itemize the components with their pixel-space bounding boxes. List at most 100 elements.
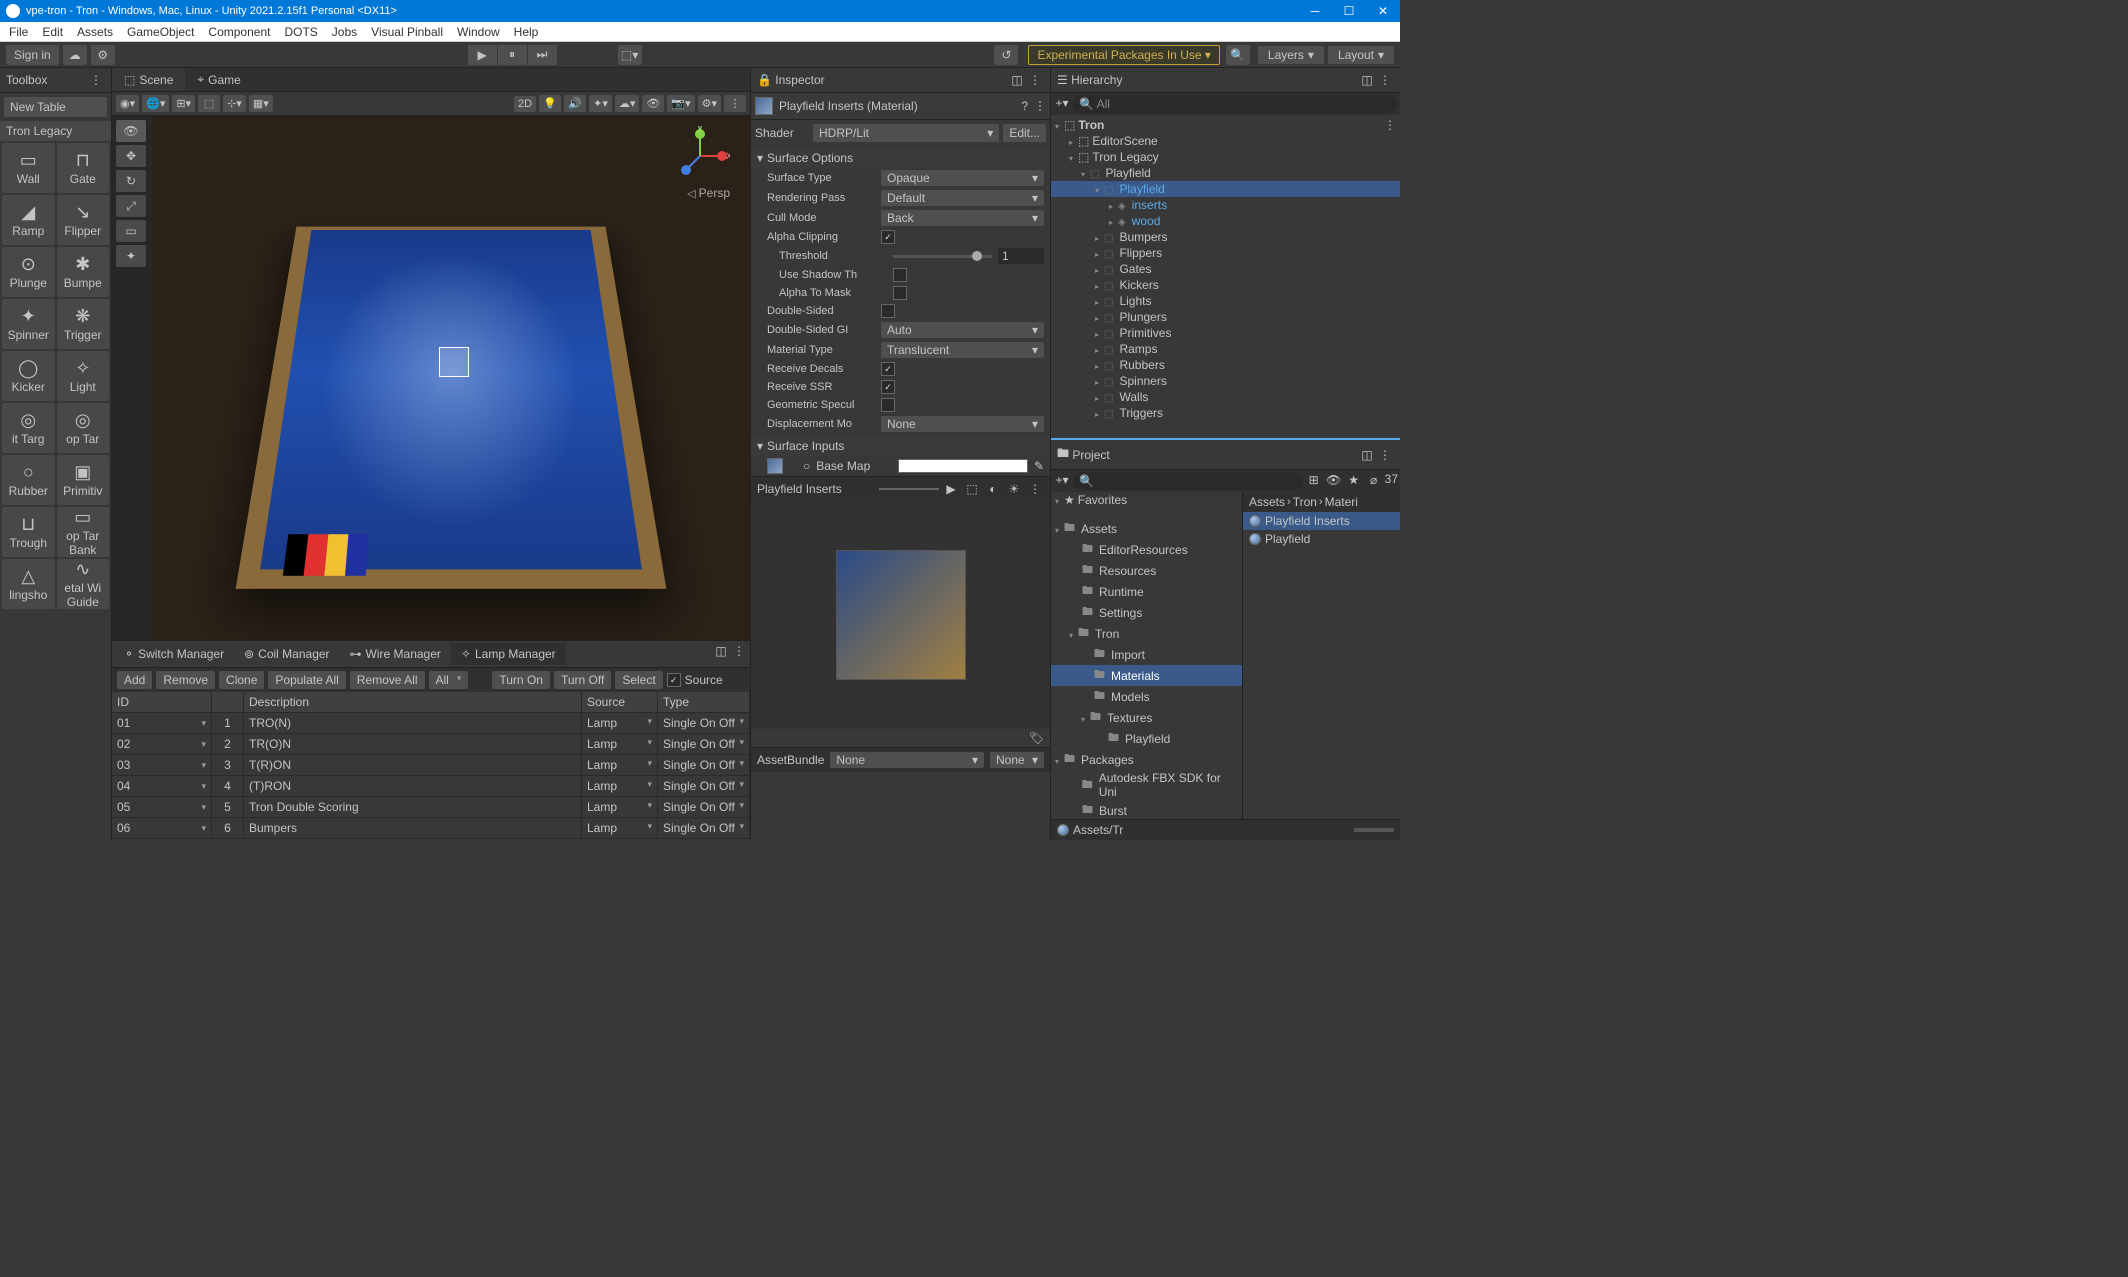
lighting-icon[interactable]: 💡	[539, 95, 561, 112]
surface-inputs-header[interactable]: ▾ Surface Inputs	[751, 436, 1050, 456]
preview-slider[interactable]	[879, 488, 939, 490]
dock-icon[interactable]: ◫	[712, 643, 730, 659]
maximize-button[interactable]: ☐	[1332, 0, 1366, 22]
tool-spinner[interactable]: ✦Spinner	[2, 299, 55, 349]
project-folder[interactable]: Tron	[1051, 623, 1242, 644]
menu-jobs[interactable]: Jobs	[326, 23, 363, 41]
hierarchy-item[interactable]: Flippers	[1051, 245, 1400, 261]
menu-help[interactable]: Help	[508, 23, 545, 41]
tool-plunge[interactable]: ⊙Plunge	[2, 247, 55, 297]
step-button[interactable]: ⏭	[528, 45, 558, 65]
texture-slot[interactable]	[767, 458, 783, 474]
menu-assets[interactable]: Assets	[71, 23, 119, 41]
scene-view[interactable]: 👁 ✥ ↻ ⤢ ▭ ✦ x y	[112, 116, 750, 640]
settings-icon[interactable]: ⚙	[91, 45, 115, 65]
tool-primitiv[interactable]: ▣Primitiv	[57, 455, 110, 505]
tool-grid[interactable]: ⊞▾	[172, 95, 195, 112]
new-table-button[interactable]: New Table	[4, 97, 107, 117]
thumbnail-slider[interactable]	[1354, 828, 1394, 832]
close-button[interactable]: ✕	[1366, 0, 1400, 22]
hierarchy-item[interactable]: Playfield	[1051, 181, 1400, 197]
menu-file[interactable]: File	[3, 23, 34, 41]
rotate-tool-icon[interactable]: ↻	[116, 170, 146, 192]
tool-incr[interactable]: ▦▾	[249, 95, 273, 112]
table-row[interactable]: 055Tron Double ScoringLampSingle On Off	[112, 797, 750, 818]
tool-rubber[interactable]: ○Rubber	[2, 455, 55, 505]
hierarchy-item[interactable]: Ramps	[1051, 341, 1400, 357]
header-desc[interactable]: Description	[244, 692, 582, 712]
tag-icon[interactable]: 🏷	[1029, 731, 1044, 745]
persp-label[interactable]: ◁ Persp	[687, 186, 730, 200]
project-folder[interactable]: Models	[1051, 686, 1242, 707]
camera-icon[interactable]: 📷▾	[667, 95, 694, 112]
tab-switch-manager[interactable]: ⚬ Switch Manager	[114, 643, 234, 665]
light-icon[interactable]: ☀	[1005, 481, 1023, 497]
hierarchy-item[interactable]: Triggers	[1051, 405, 1400, 421]
menu-icon[interactable]: ⋮	[1034, 99, 1046, 113]
base-map-color[interactable]	[898, 459, 1028, 473]
project-package[interactable]: Autodesk FBX SDK for Uni	[1051, 770, 1242, 800]
tool-global[interactable]: 🌐▾	[142, 95, 169, 112]
hidden-icon[interactable]: 👁	[642, 95, 664, 112]
alpha-to-mask-checkbox[interactable]	[893, 286, 907, 300]
cloud-icon[interactable]: ☁	[63, 45, 87, 65]
scene-canvas[interactable]: x y ◁ Persp	[152, 116, 750, 640]
hand-tool-icon[interactable]: 👁	[116, 120, 146, 142]
tool-ramp[interactable]: ◢Ramp	[2, 195, 55, 245]
surface-options-header[interactable]: ▾ Surface Options	[751, 148, 1050, 168]
project-asset[interactable]: Playfield Inserts	[1243, 512, 1400, 530]
remove-all-button[interactable]: Remove All	[350, 671, 425, 689]
more-icon[interactable]: ⋮	[724, 95, 746, 112]
surface-type-dropdown[interactable]: Opaque▾	[881, 170, 1044, 186]
hidden-icon[interactable]: ⌀	[1365, 472, 1383, 488]
menu-dots[interactable]: DOTS	[278, 23, 323, 41]
orientation-gizmo[interactable]: x y	[670, 126, 730, 186]
tool-snapsettings[interactable]: ⊹▾	[223, 95, 246, 112]
hierarchy-item[interactable]: ⬚ EditorScene	[1051, 133, 1400, 149]
header-id[interactable]: ID	[112, 692, 212, 712]
material-type-dropdown[interactable]: Translucent▾	[881, 342, 1044, 358]
pause-button[interactable]: ⏸	[498, 45, 528, 65]
hierarchy-item[interactable]: inserts	[1051, 197, 1400, 213]
scale-tool-icon[interactable]: ⤢	[116, 195, 146, 217]
turn-on-button[interactable]: Turn On	[492, 671, 550, 689]
menu-edit[interactable]: Edit	[36, 23, 69, 41]
project-folder[interactable]: Playfield	[1051, 728, 1242, 749]
table-row[interactable]: 022TR(O)NLampSingle On Off	[112, 734, 750, 755]
tool-kicker[interactable]: ◯Kicker	[2, 351, 55, 401]
tool-op-tar-bank[interactable]: ▭op Tar Bank	[57, 507, 110, 557]
favorite-icon[interactable]: ★	[1345, 472, 1363, 488]
move-tool-icon[interactable]: ✥	[116, 145, 146, 167]
tab-coil-manager[interactable]: ⊚ Coil Manager	[234, 643, 339, 665]
receive-decals-checkbox[interactable]: ✓	[881, 362, 895, 376]
hierarchy-item[interactable]: Lights	[1051, 293, 1400, 309]
lock-icon[interactable]: 🔒	[757, 73, 772, 87]
project-folder[interactable]: Resources	[1051, 560, 1242, 581]
play-preview-icon[interactable]: ▶	[942, 481, 960, 497]
tool-trigger[interactable]: ❋Trigger	[57, 299, 110, 349]
hierarchy-item[interactable]: wood	[1051, 213, 1400, 229]
experimental-packages-banner[interactable]: Experimental Packages In Use ▾	[1028, 45, 1219, 65]
gizmos-icon[interactable]: ⚙▾	[698, 95, 721, 112]
hierarchy-item[interactable]: Kickers	[1051, 277, 1400, 293]
project-folder[interactable]: Import	[1051, 644, 1242, 665]
project-folder[interactable]: EditorResources	[1051, 539, 1242, 560]
menu-icon[interactable]: ⋮	[1376, 72, 1394, 88]
fx-icon[interactable]: ✦▾	[589, 95, 612, 112]
tool-etal-wi-guide[interactable]: ∿etal Wi Guide	[57, 559, 110, 609]
double-sided-checkbox[interactable]	[881, 304, 895, 318]
menu-window[interactable]: Window	[451, 23, 506, 41]
tool-trough[interactable]: ⊔Trough	[2, 507, 55, 557]
project-folder[interactable]: Runtime	[1051, 581, 1242, 602]
shader-dropdown[interactable]: HDRP/Lit▾	[813, 124, 999, 142]
transform-tool-icon[interactable]: ✦	[116, 245, 146, 267]
skybox-icon[interactable]: ☁▾	[615, 95, 640, 112]
all-dropdown[interactable]: All	[429, 671, 469, 689]
dock-icon[interactable]: ◫	[1008, 72, 1026, 88]
dock-icon[interactable]: ◫	[1358, 72, 1376, 88]
populate-all-button[interactable]: Populate All	[268, 671, 345, 689]
tool-gate[interactable]: ⊓Gate	[57, 143, 110, 193]
rendering-pass-dropdown[interactable]: Default▾	[881, 190, 1044, 206]
packages-folder[interactable]: Packages	[1051, 749, 1242, 770]
dock-icon[interactable]: ⋮	[87, 72, 105, 88]
